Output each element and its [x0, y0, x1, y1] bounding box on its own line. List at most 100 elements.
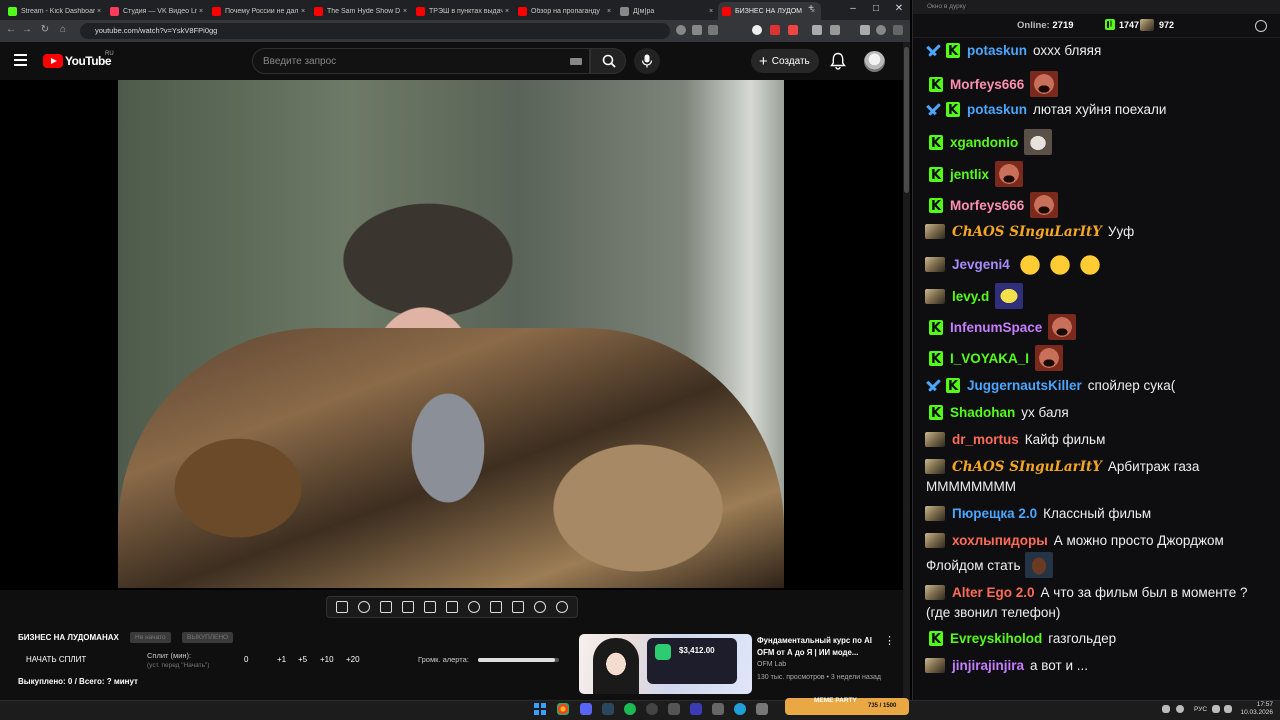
extension-badge-icon[interactable]: [788, 25, 798, 35]
chrome-app-icon[interactable]: [557, 703, 569, 715]
audio-wave-icon[interactable]: [358, 601, 370, 613]
speed-gauge-icon[interactable]: [468, 601, 480, 613]
browser-tab[interactable]: ТРЭШ в пунктах выдач ×: [412, 2, 515, 20]
bookmark-star-icon[interactable]: [708, 25, 718, 35]
video-player[interactable]: [0, 80, 903, 590]
browser-tab[interactable]: Stream - Kick Dashboard ×: [4, 2, 107, 20]
video-frame[interactable]: [118, 80, 784, 588]
forward-icon[interactable]: →: [20, 24, 34, 35]
chat-username[interactable]: levy.d: [952, 289, 989, 304]
network-icon[interactable]: [1212, 705, 1220, 713]
keyboard-icon[interactable]: [570, 58, 582, 65]
chat-username[interactable]: хохлыпидоры: [952, 533, 1048, 548]
chat-username[interactable]: Shadohan: [950, 405, 1015, 420]
discord-app-icon[interactable]: [580, 703, 592, 715]
tray-mic-icon[interactable]: [1176, 705, 1184, 713]
tab-close-icon[interactable]: ×: [401, 8, 409, 15]
bought-chip[interactable]: ВЫКУПЛЕНО: [182, 632, 234, 643]
extensions-icon[interactable]: [860, 25, 870, 35]
chat-username[interactable]: xgandonio: [950, 135, 1018, 150]
alert-volume-slider[interactable]: [478, 658, 559, 662]
home-icon[interactable]: ⌂: [56, 24, 70, 35]
volume-icon[interactable]: [1224, 705, 1232, 713]
windows-start-icon[interactable]: [534, 703, 546, 715]
url-field[interactable]: youtube.com/watch?v=YskV8FPi0gg: [80, 23, 670, 39]
create-button[interactable]: + Создать: [751, 49, 819, 73]
download-icon[interactable]: [812, 25, 822, 35]
search-box[interactable]: [252, 48, 590, 74]
chat-username[interactable]: InfenumSpace: [950, 320, 1042, 335]
keyboard-language[interactable]: РУС: [1194, 706, 1207, 713]
picture-eye-icon[interactable]: [380, 601, 392, 613]
increment-5-button[interactable]: +5: [298, 655, 307, 664]
chat-username[interactable]: ChAOS SInguLarItY: [952, 224, 1102, 240]
chat-username[interactable]: jinjirajinjira: [952, 658, 1024, 673]
chat-username[interactable]: dr_mortus: [952, 432, 1019, 447]
youtube-logo-icon[interactable]: [43, 54, 63, 68]
chat-username[interactable]: jentlix: [950, 167, 989, 182]
camera-icon[interactable]: [512, 601, 524, 613]
chat-username[interactable]: Morfeys666: [950, 198, 1024, 213]
tab-close-icon[interactable]: ×: [605, 8, 613, 15]
steam-app-icon[interactable]: [602, 703, 614, 715]
browser-tab[interactable]: Д[м]ра ×: [616, 2, 719, 20]
minimize-icon[interactable]: –: [846, 3, 860, 14]
chat-settings-icon[interactable]: [1255, 20, 1267, 32]
tab-close-icon[interactable]: ×: [197, 8, 205, 15]
chat-username[interactable]: JuggernautsKiller: [967, 378, 1082, 393]
chat-username[interactable]: potaskun: [967, 102, 1027, 117]
increment-1-button[interactable]: +1: [277, 655, 286, 664]
cast-icon[interactable]: [692, 25, 702, 35]
scrollbar-thumb[interactable]: [904, 47, 909, 193]
chat-username[interactable]: Пюрещка 2.0: [952, 506, 1037, 521]
start-split-button[interactable]: НАЧАТЬ СПЛИТ: [26, 655, 86, 664]
extension-red-icon[interactable]: [770, 25, 780, 35]
chat-username[interactable]: Morfeys666: [950, 77, 1024, 92]
browser-tab[interactable]: The Sam Hyde Show D ×: [310, 2, 413, 20]
tab-close-icon[interactable]: ×: [95, 8, 103, 15]
reload-icon[interactable]: ↻: [38, 24, 52, 35]
recommended-channel[interactable]: OFM Lab: [757, 661, 786, 668]
hamburger-menu-icon[interactable]: [14, 54, 27, 66]
loop-icon[interactable]: [336, 601, 348, 613]
app-icon-6[interactable]: [668, 703, 680, 715]
profile-icon[interactable]: [876, 25, 886, 35]
menu-dots-icon[interactable]: [893, 25, 903, 35]
chat-username[interactable]: ChAOS SInguLarItY: [952, 459, 1102, 475]
flask-icon[interactable]: [534, 601, 546, 613]
app-icon-8[interactable]: [712, 703, 724, 715]
back-icon[interactable]: ←: [4, 24, 18, 35]
recommended-thumbnail[interactable]: $3,412.00: [579, 634, 752, 694]
more-options-icon[interactable]: ⋮: [884, 634, 895, 648]
telegram-app-icon[interactable]: [734, 703, 746, 715]
app-icon-10[interactable]: [756, 703, 768, 715]
search-input[interactable]: [263, 54, 553, 68]
film-icon[interactable]: [402, 601, 414, 613]
notifications-bell-icon[interactable]: [830, 52, 846, 70]
chat-username[interactable]: potaskun: [967, 43, 1027, 58]
maximize-icon[interactable]: □: [869, 3, 883, 14]
search-button[interactable]: [590, 48, 626, 74]
tab-close-icon[interactable]: ×: [707, 8, 715, 15]
sidepanel-icon[interactable]: [830, 25, 840, 35]
obs-app-icon[interactable]: [646, 703, 658, 715]
extension-circle-icon[interactable]: [752, 25, 762, 35]
page-scrollbar[interactable]: [903, 42, 910, 700]
close-window-icon[interactable]: ✕: [892, 3, 906, 14]
tab-close-icon[interactable]: ×: [503, 8, 511, 15]
add-frame-icon[interactable]: [490, 601, 502, 613]
chat-username[interactable]: Evreyskiholod: [950, 631, 1042, 646]
clock[interactable]: 17:57 10.03.2026: [1237, 701, 1273, 717]
chat-username[interactable]: I_VOYAKA_I: [950, 351, 1029, 366]
fullscreen-icon[interactable]: [424, 601, 436, 613]
settings-gear-icon[interactable]: [556, 601, 568, 613]
voice-search-button[interactable]: [634, 48, 660, 74]
chat-username[interactable]: Jevgeni4: [952, 257, 1010, 272]
tray-arrow-icon[interactable]: [1162, 705, 1170, 713]
account-avatar[interactable]: [864, 51, 885, 72]
recommended-title[interactable]: Фундаментальный курс по AI OFM от А до Я…: [757, 635, 881, 659]
browser-tab[interactable]: Студия — VK Видео Live ×: [106, 2, 209, 20]
increment-10-button[interactable]: +10: [320, 655, 334, 664]
browser-tab[interactable]: Почему России не дал ×: [208, 2, 311, 20]
tab-close-icon[interactable]: ×: [299, 8, 307, 15]
